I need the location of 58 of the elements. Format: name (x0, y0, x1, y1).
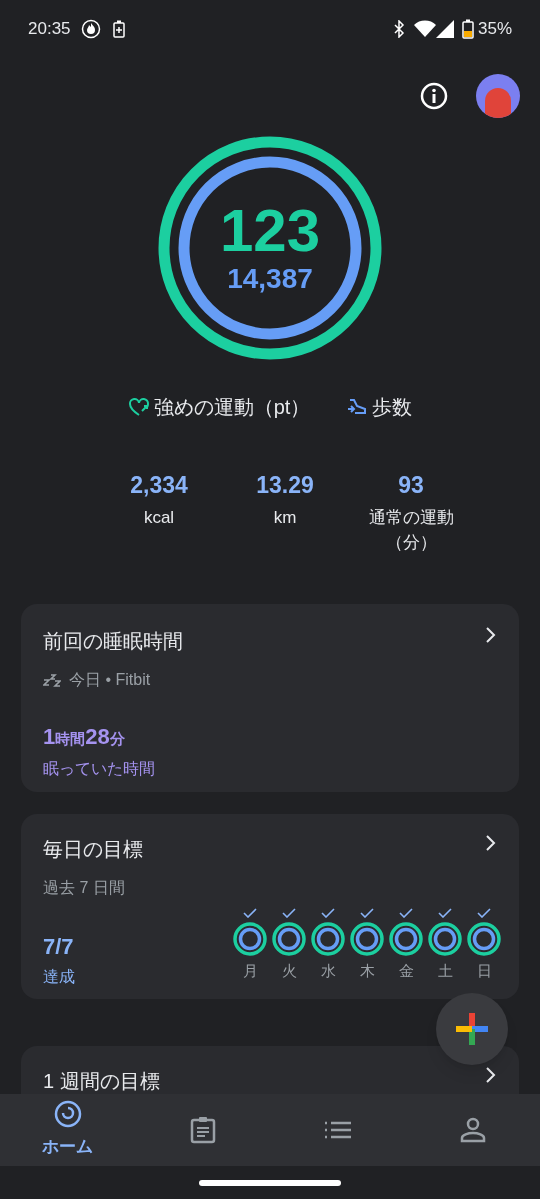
sleep-duration: 1時間28分 (43, 722, 126, 751)
signal-icon (435, 20, 454, 38)
flame-icon (80, 19, 101, 39)
stat-value: 2,334 (130, 471, 188, 500)
day-ring-icon (311, 921, 345, 956)
status-time: 20:35 (28, 18, 71, 41)
day-label: 土 (437, 960, 453, 981)
stat-label: 通常の運動（分） (367, 506, 455, 554)
heart-points-value: 123 (219, 200, 321, 261)
card-title: 前回の睡眠時間 (43, 628, 183, 654)
shoe-icon (346, 397, 369, 417)
day-ring-icon (467, 921, 501, 956)
day-label: 火 (281, 960, 297, 981)
day-ring-icon (350, 921, 384, 956)
avatar[interactable] (476, 74, 520, 118)
battery-saver-icon (112, 20, 125, 38)
sleep-icon (43, 672, 61, 687)
sleep-card[interactable]: 前回の睡眠時間 今日 • Fitbit 1時間28分 眠っていた時間 (21, 603, 519, 792)
card-subtitle: 今日 • Fitbit (69, 669, 151, 690)
list-icon (324, 1121, 351, 1139)
chevron-right-icon (485, 1066, 497, 1084)
card-subtitle: 過去 7 日間 (43, 877, 126, 898)
info-icon[interactable] (420, 82, 448, 110)
goal-result: 7/7 (43, 932, 75, 961)
day-label: 木 (359, 960, 375, 981)
day-label: 月 (242, 960, 258, 981)
card-title: 毎日の目標 (43, 836, 143, 862)
heart-icon (127, 397, 150, 417)
plus-icon (456, 1013, 488, 1045)
chevron-right-icon (485, 833, 497, 852)
chevron-right-icon (485, 625, 497, 644)
card-title: 1 週間の目標 (43, 1069, 160, 1094)
clipboard-icon (189, 1116, 216, 1144)
daily-goals-card[interactable]: 毎日の目標 過去 7 日間 7/7 達成 月 火 水 木 金 土 日 (21, 813, 519, 999)
goal-result-label: 達成 (43, 966, 75, 987)
day-label: 金 (398, 960, 414, 981)
weekly-goal-card[interactable]: 1 週間の目標 (21, 1046, 519, 1094)
day-ring-icon (428, 921, 462, 956)
person-icon (459, 1117, 486, 1143)
battery-percent: 35% (477, 18, 512, 41)
day-ring-icon (272, 921, 306, 956)
day-label: 日 (476, 960, 492, 981)
ring-icon (53, 1100, 82, 1129)
legend-label: 歩数 (372, 395, 413, 420)
wifi-icon (413, 20, 436, 38)
day-ring-icon (389, 921, 423, 956)
day-ring-icon (233, 921, 267, 956)
battery-icon (461, 19, 474, 39)
bluetooth-icon (391, 20, 406, 38)
stat-label: km (272, 506, 298, 529)
nav-tab[interactable]: ホーム (0, 1094, 135, 1166)
steps-value: 14,387 (227, 261, 313, 296)
day-label: 水 (320, 960, 336, 981)
stat-value: 93 (398, 471, 424, 500)
legend-label: 強めの運動（pt） (153, 395, 311, 420)
stat-value: 13.29 (256, 471, 314, 500)
stat-label: kcal (142, 506, 176, 529)
sleep-caption: 眠っていた時間 (43, 758, 156, 779)
